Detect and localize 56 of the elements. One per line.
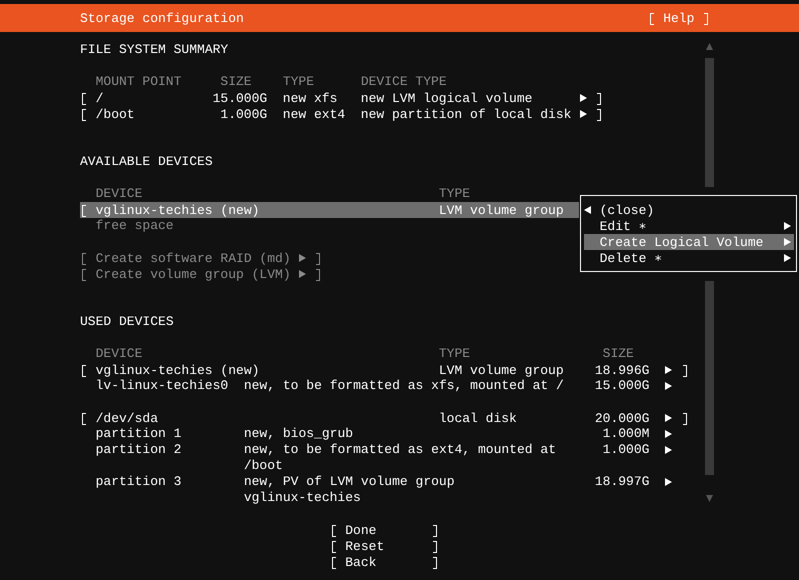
section-heading: FILE SYSTEM SUMMARY (80, 42, 230, 58)
column-header: MOUNT POINT (96, 74, 182, 90)
menu-item[interactable]: Edit ∗ (584, 218, 794, 234)
column-header: DEVICE (96, 346, 144, 362)
partition-description: new, bios_grub (244, 426, 354, 442)
table-cell-text: /dev/sda (96, 410, 160, 426)
section-heading: AVAILABLE DEVICES (80, 154, 214, 170)
partition-name[interactable]: partition 2 (96, 442, 244, 458)
summary-row[interactable]: /boot 1.000G new ext4 new partition of local disk (80, 106, 603, 122)
summary-row[interactable]: / 15.000G new xfs new LVM logical volume (80, 90, 603, 106)
table-cell-text: new ext4 (282, 106, 346, 122)
menu-item[interactable]: Create Logical Volume (584, 234, 794, 250)
table-cell-text: local disk (438, 410, 518, 426)
table-cell-text: 18.997G (594, 474, 650, 490)
screen-title: Storage configuration (80, 10, 244, 26)
table-cell-text: 15.000G (212, 90, 268, 106)
table-cell-text: vglinux-techies (new) (96, 362, 260, 378)
column-header: SIZE (602, 346, 634, 362)
help-button[interactable]: Help (648, 10, 710, 26)
table-cell-text: 1.000G (602, 442, 650, 458)
table-cell-text: vglinux-techies (new) (96, 202, 260, 218)
table-cell: LVM volume group (438, 202, 564, 218)
table-cell-text: 1.000M (602, 426, 650, 442)
menu-item[interactable]: Delete ∗ (584, 250, 794, 266)
table-cell-text: 15.000G (594, 378, 650, 394)
free-space-label: free space (96, 218, 174, 234)
column-header: SIZE (220, 74, 253, 90)
table-cell: new partition of local disk (360, 106, 572, 122)
caret-left-icon (584, 206, 592, 214)
partition-description: new, PV of LVM volume group vglinux-techies (244, 474, 456, 506)
action-button[interactable]: Done (330, 522, 439, 538)
partition-name[interactable]: lv-linux-techies0 (96, 378, 244, 394)
action-button[interactable]: Back (330, 554, 439, 570)
action-button[interactable]: Reset (330, 538, 439, 554)
table-cell-text: 1.000G (219, 106, 268, 122)
device-row[interactable]: vglinux-techies (new) LVM volume group (80, 202, 579, 218)
device-row[interactable]: vglinux-techies (new) LVM volume group 18.996G (80, 362, 688, 378)
partition-description: new, to be formatted as xfs, mounted at / (244, 378, 565, 394)
table-cell-text: /boot (96, 106, 136, 122)
table-cell-text: LVM volume group (438, 362, 565, 378)
table-cell-text: new LVM logical volume (360, 90, 534, 106)
device-row[interactable]: /dev/sda local disk 20.000G (80, 410, 688, 426)
section-heading: USED DEVICES (80, 314, 175, 330)
table-cell-text: new xfs (282, 90, 338, 106)
table-cell-text: / (96, 90, 104, 106)
column-header: DEVICE (96, 186, 144, 202)
table-cell-text: 20.000G (594, 410, 650, 426)
caret-right-icon (665, 478, 672, 486)
column-header: TYPE (438, 346, 472, 362)
partition-name[interactable]: partition 1 (96, 426, 244, 442)
column-header: TYPE (282, 74, 316, 90)
table-cell-text: 18.996G (594, 362, 650, 378)
menu-item[interactable]: (close) (584, 202, 794, 218)
column-header: DEVICE TYPE (360, 74, 447, 90)
partition-name[interactable]: partition 3 (96, 474, 244, 490)
column-header: TYPE (438, 186, 470, 202)
